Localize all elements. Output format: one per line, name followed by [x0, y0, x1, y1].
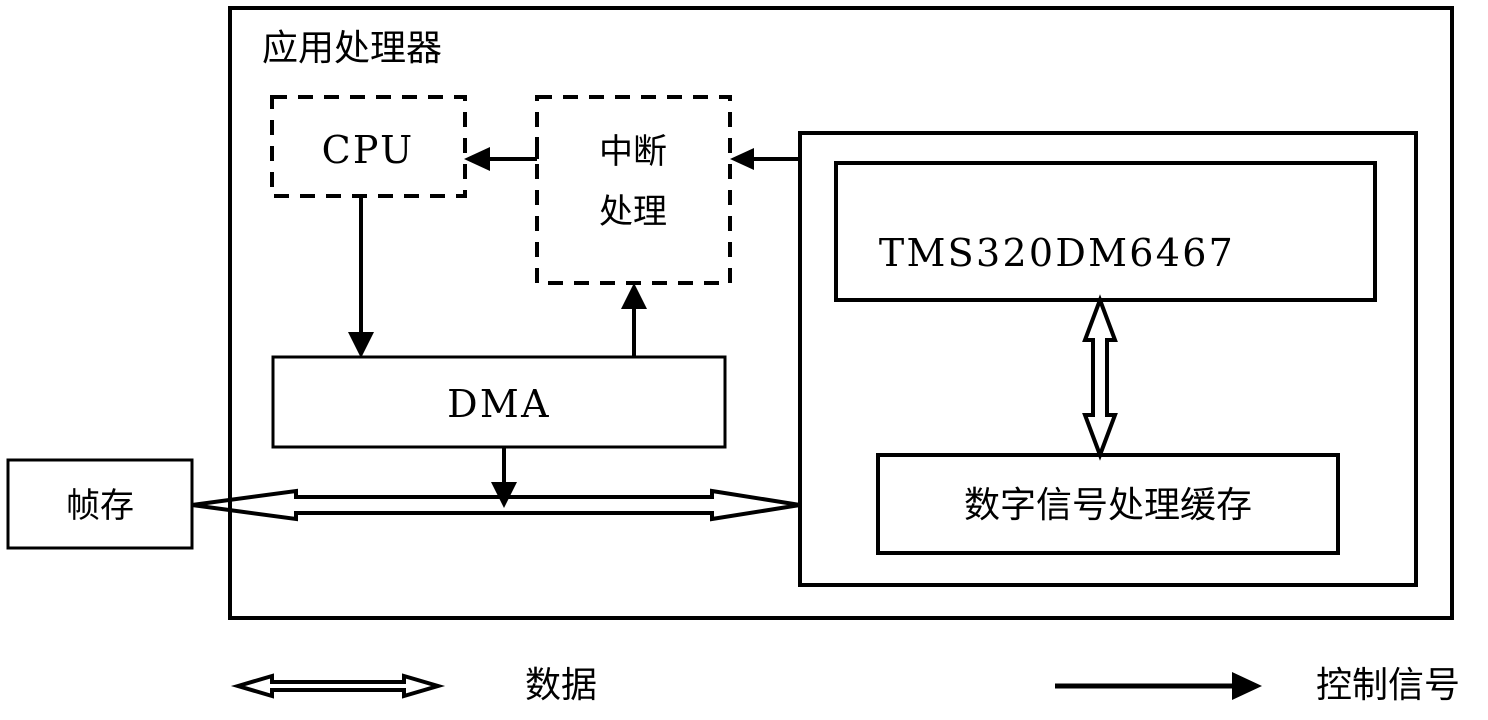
dsp-chip-label: TMS320DM6467	[878, 231, 1236, 275]
control-arrow-cpu-to-dma	[348, 196, 374, 358]
dsp-buffer-label: 数字信号处理缓存	[963, 485, 1253, 526]
data-arrow-dspchip-to-dspbuffer	[1082, 294, 1118, 461]
legend-label-control: 控制信号	[1315, 665, 1461, 706]
legend-control-symbol	[1055, 672, 1262, 700]
legend-data-symbol	[230, 673, 446, 699]
diagram-vector-layer	[6, 6, 1454, 700]
cpu-label: CPU	[321, 128, 415, 172]
application-processor-box	[228, 6, 1454, 620]
frame-store-label: 帧存	[66, 486, 134, 526]
block-diagram: 应用处理器 CPU 中断 处理 DMA 帧存 TMS320DM6467 数字信号…	[0, 0, 1488, 720]
interrupt-handler-label-line2: 处理	[599, 192, 667, 232]
interrupt-handler-label-line1: 中断	[599, 132, 667, 172]
interrupt-handler-box	[535, 95, 732, 285]
control-arrow-dspboard-to-interrupt	[730, 148, 800, 170]
data-arrow-framestore-to-dspboard	[191, 488, 801, 522]
dma-label: DMA	[447, 382, 551, 426]
application-processor-title: 应用处理器	[262, 28, 443, 69]
control-arrow-dma-to-interrupt	[621, 283, 647, 357]
legend-label-data: 数据	[524, 665, 598, 706]
control-arrow-interrupt-to-cpu	[464, 137, 539, 171]
